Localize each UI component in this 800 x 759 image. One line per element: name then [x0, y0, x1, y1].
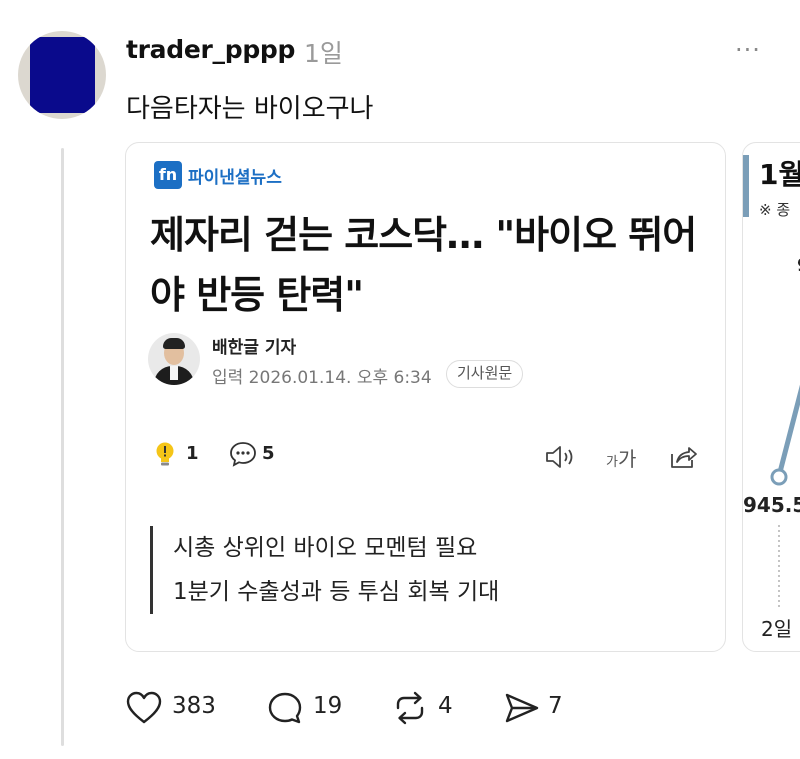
thread-line	[61, 148, 64, 746]
comment-count: 5	[262, 443, 275, 464]
published-date: 입력 2026.01.14. 오후 6:34	[212, 368, 432, 388]
username[interactable]: trader_pppp	[126, 35, 295, 64]
send-icon	[505, 693, 539, 723]
reply-icon	[268, 692, 302, 724]
more-options-icon[interactable]: ···	[735, 36, 761, 64]
chart-point	[770, 468, 788, 486]
post-text: 다음타자는 바이오구나	[126, 94, 374, 124]
article-card[interactable]: fn 파이낸셜뉴스 제자리 걷는 코스닥… "바이오 뛰어야 반등 탄력" 배한…	[125, 142, 726, 652]
heart-icon	[126, 691, 162, 724]
summary-line: 시총 상위인 바이오 모멘텀 필요	[173, 535, 478, 561]
repost-count: 4	[438, 693, 453, 719]
post-actions: 383 19 4 7	[126, 688, 586, 728]
like-count-action: 383	[172, 693, 216, 719]
lightbulb-icon[interactable]	[154, 441, 176, 467]
speaker-icon[interactable]	[544, 443, 578, 471]
second-card[interactable]: 1월 ※ 종 9 945.5 2일	[742, 142, 800, 652]
reply-count: 19	[313, 693, 343, 719]
avatar-image	[30, 37, 95, 113]
repost-icon	[396, 691, 424, 725]
article-headline: 제자리 걷는 코스닥… "바이오 뛰어야 반등 탄력"	[150, 213, 697, 317]
avatar[interactable]	[18, 31, 106, 119]
summary-line: 1분기 수출성과 등 투심 회복 기대	[173, 579, 500, 605]
chart-axis-label: 2일	[761, 617, 793, 641]
publisher-logo: fn	[154, 161, 182, 189]
publisher-name: 파이낸셜뉴스	[188, 168, 282, 188]
article-summary: 시총 상위인 바이오 모멘텀 필요 1분기 수출성과 등 투심 회복 기대	[150, 526, 499, 614]
chart-value-label: 945.5	[743, 493, 800, 517]
font-size-icon[interactable]: 가가	[606, 443, 636, 472]
chart-line	[770, 384, 800, 608]
source-button[interactable]: 기사원문	[446, 360, 524, 388]
reporter-photo	[148, 333, 200, 385]
comment-icon[interactable]	[228, 439, 258, 469]
post-time: 1일	[304, 39, 343, 68]
share-icon[interactable]	[668, 442, 698, 472]
like-count: 1	[186, 443, 199, 464]
reporter-name: 배한글 기자	[212, 338, 297, 358]
share-count: 7	[548, 693, 563, 719]
